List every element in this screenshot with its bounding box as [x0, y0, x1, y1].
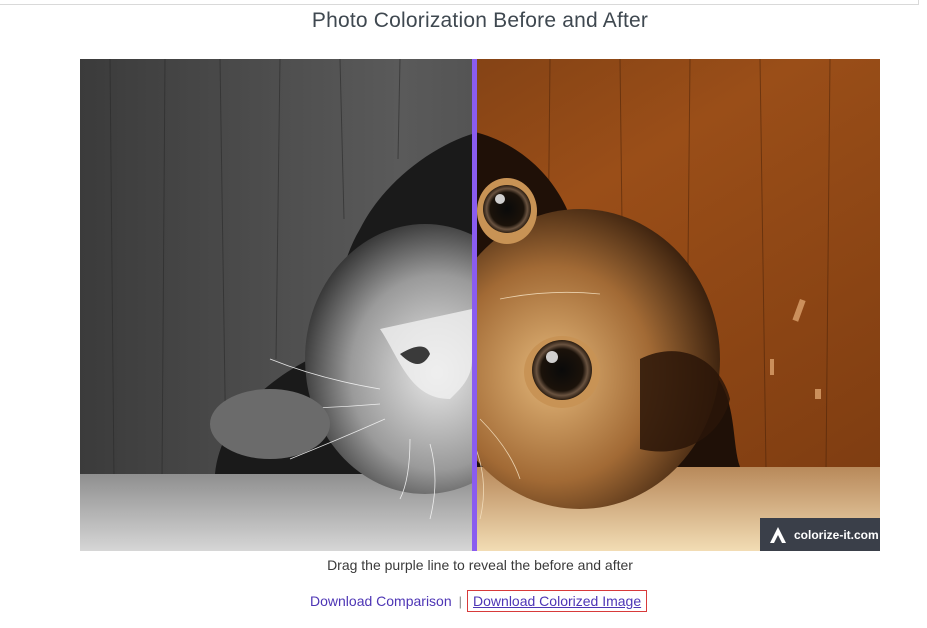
download-colorized-image-link[interactable]: Download Colorized Image: [467, 590, 648, 612]
comparison-image: [80, 59, 880, 551]
top-rule: [0, 0, 918, 5]
page-title: Photo Colorization Before and After: [311, 9, 649, 32]
before-after-comparison[interactable]: colorize-it.com: [80, 59, 880, 551]
watermark-text: colorize-it.com: [794, 527, 879, 542]
colorize-logo-icon: [770, 526, 786, 543]
drag-hint: Drag the purple line to reveal the befor…: [327, 557, 633, 573]
link-separator: |: [458, 593, 463, 609]
comparison-divider-handle[interactable]: [472, 59, 477, 551]
top-rule-corner: [918, 0, 919, 5]
download-links: Download Comparison | Download Colorized…: [310, 590, 648, 612]
watermark-badge: colorize-it.com: [760, 518, 880, 551]
download-comparison-link[interactable]: Download Comparison: [310, 593, 452, 609]
